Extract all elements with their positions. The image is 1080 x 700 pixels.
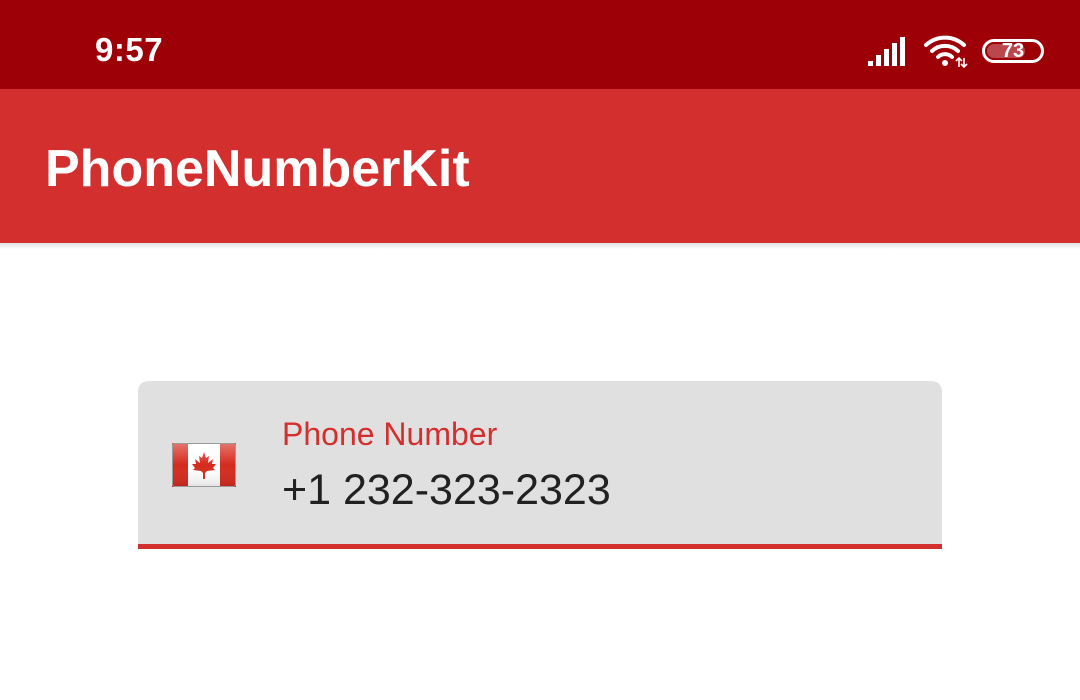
app-bar: PhoneNumberKit [0, 89, 1080, 243]
wifi-icon [924, 34, 968, 68]
app-title: PhoneNumberKit [45, 140, 470, 198]
battery-icon: 73 [982, 39, 1044, 63]
battery-level: 73 [1001, 40, 1025, 62]
status-time: 9:57 [95, 31, 164, 68]
phone-number-field[interactable]: Phone Number +1 232-323-2323 [138, 381, 942, 549]
status-bar: 9:57 73 [0, 0, 1080, 89]
field-underline [138, 544, 942, 549]
canada-flag-icon[interactable] [172, 443, 236, 487]
cellular-signal-icon [868, 36, 908, 66]
phone-number-label: Phone Number [282, 416, 498, 452]
status-icons: 73 [868, 33, 1044, 69]
app-bar-shadow [0, 243, 1080, 249]
phone-number-value[interactable]: +1 232-323-2323 [282, 465, 611, 515]
